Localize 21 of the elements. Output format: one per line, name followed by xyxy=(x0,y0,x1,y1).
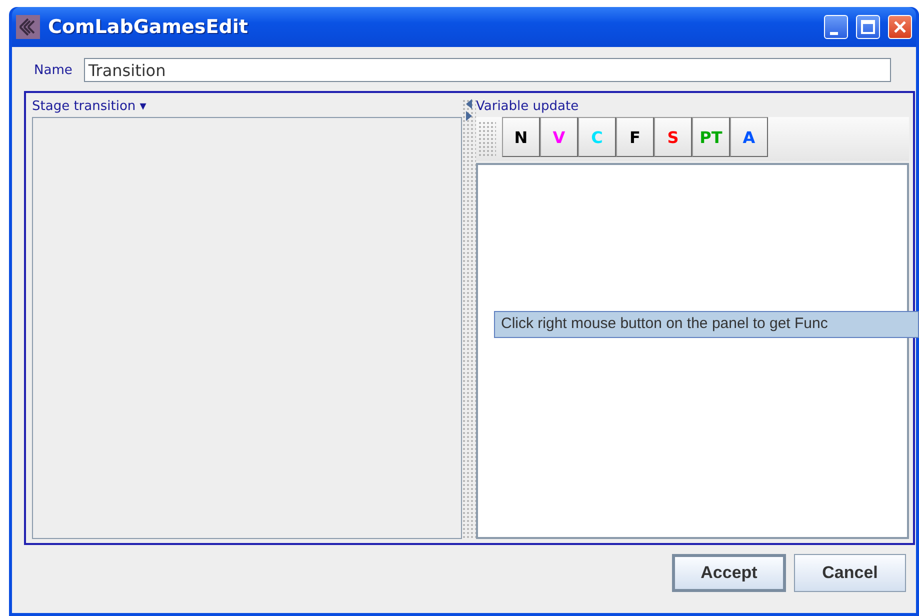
tooltip: Click right mouse button on the panel to get Func xyxy=(494,311,919,338)
minimize-icon xyxy=(830,32,838,34)
window-title: ComLabGamesEdit xyxy=(48,16,249,38)
toolbar-button[interactable]: A xyxy=(730,117,768,157)
accept-button[interactable]: Accept xyxy=(672,554,786,592)
maximize-icon xyxy=(861,20,875,34)
stage-transition-dropdown[interactable]: Stage transition ▾ xyxy=(32,99,462,117)
toolbar-grip[interactable] xyxy=(478,121,496,157)
close-icon xyxy=(893,20,907,34)
collapse-left-icon[interactable] xyxy=(466,99,472,109)
minimize-button[interactable] xyxy=(824,15,848,39)
name-label: Name xyxy=(34,62,72,78)
close-button[interactable] xyxy=(888,15,912,39)
expand-right-icon[interactable] xyxy=(466,111,472,121)
cancel-button[interactable]: Cancel xyxy=(794,554,906,592)
toolbar-button[interactable]: N xyxy=(502,117,540,157)
name-field[interactable]: Transition xyxy=(84,58,892,82)
variable-update-title: Variable update xyxy=(476,99,580,116)
maximize-button[interactable] xyxy=(856,15,880,39)
toolbar-button[interactable]: F xyxy=(616,117,654,157)
app-logo-icon xyxy=(16,15,40,39)
